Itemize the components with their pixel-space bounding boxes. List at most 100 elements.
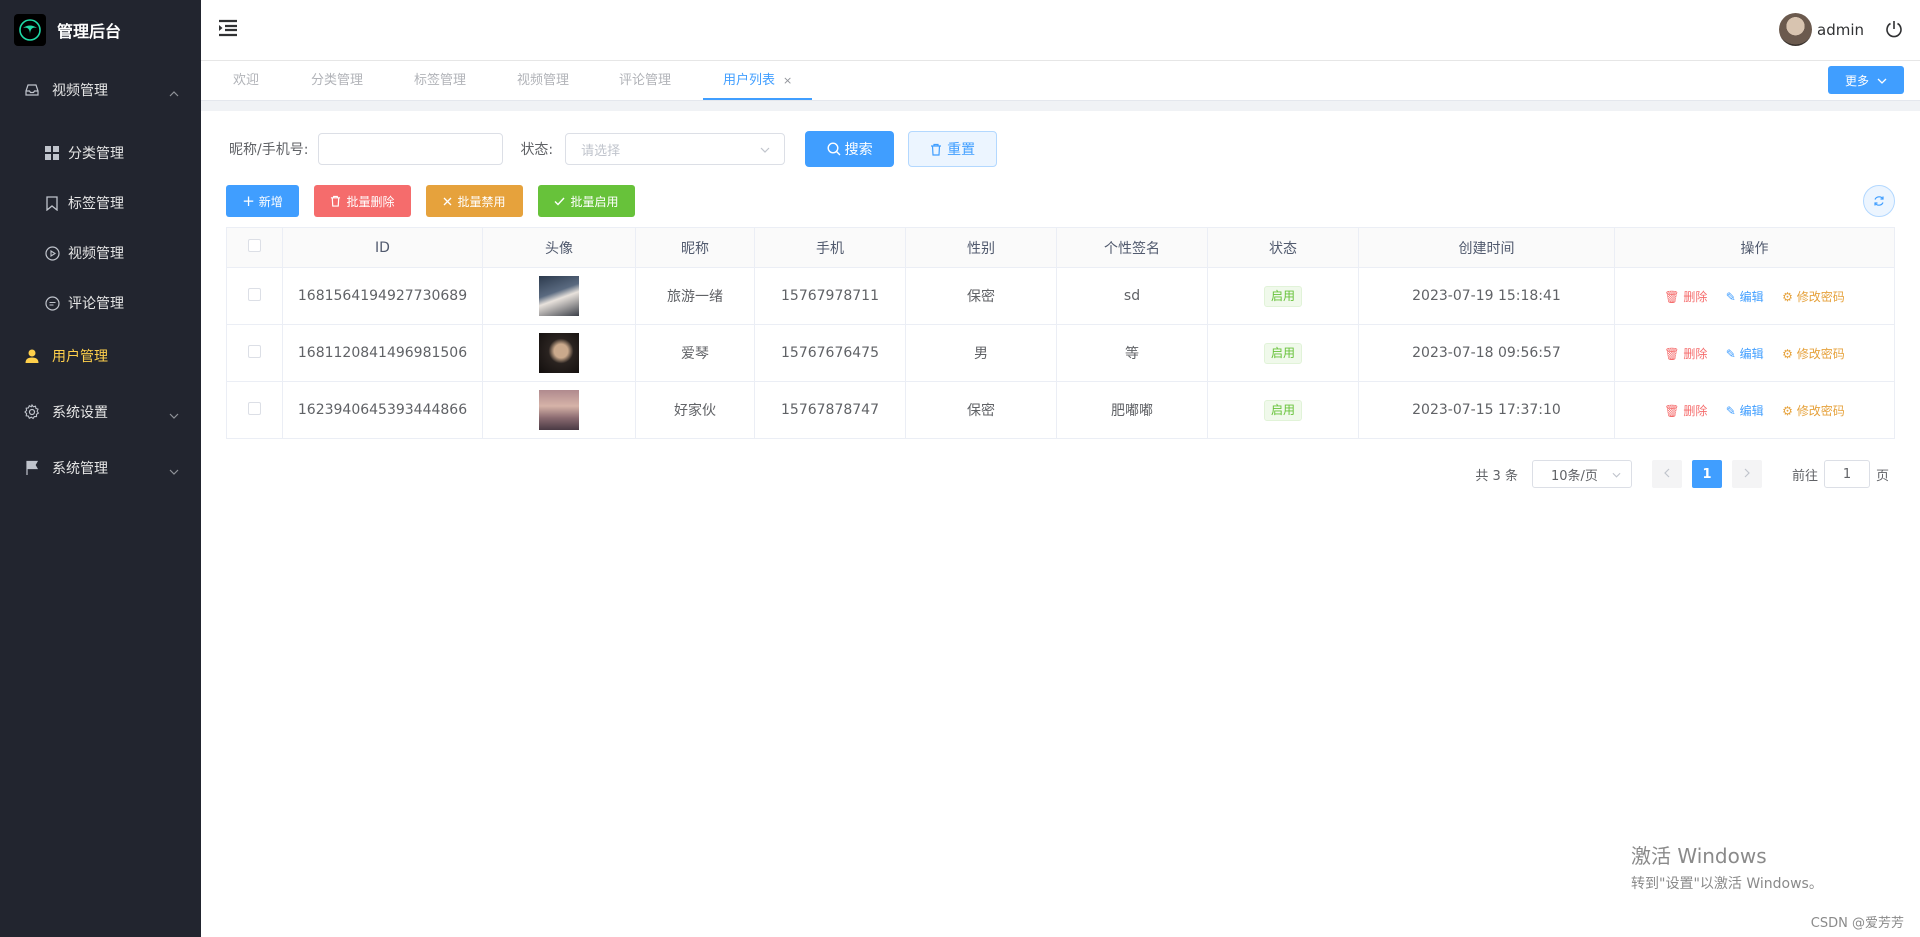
reset-button[interactable]: 重置 bbox=[908, 131, 998, 167]
change-password-button[interactable]: ⚙ 修改密码 bbox=[1782, 290, 1845, 304]
sidebar-item-comment[interactable]: 评论管理 bbox=[0, 278, 201, 328]
batch-disable-button[interactable]: 批量禁用 bbox=[426, 185, 523, 217]
username: admin bbox=[1817, 20, 1864, 39]
user-table: ID 头像 昵称 手机 性别 个性签名 状态 创建时间 操作 168156419… bbox=[226, 227, 1895, 439]
add-button[interactable]: + 新增 bbox=[226, 185, 299, 217]
row-checkbox[interactable] bbox=[248, 344, 261, 358]
more-button[interactable]: 更多 bbox=[1828, 66, 1904, 94]
nickname-input[interactable] bbox=[318, 133, 504, 165]
cell-status: 启用 bbox=[1207, 324, 1359, 382]
sidebar-item-tag[interactable]: 标签管理 bbox=[0, 178, 201, 228]
chevron-down-icon bbox=[1877, 73, 1887, 87]
sidebar-group-label: 视频管理 bbox=[52, 83, 108, 99]
column-header: 状态 bbox=[1207, 227, 1359, 268]
edit-label: 编辑 bbox=[1739, 346, 1764, 361]
total-count: 共 3 条 bbox=[1475, 468, 1518, 484]
chevron-down-icon bbox=[169, 407, 179, 423]
status-placeholder: 请选择 bbox=[581, 143, 621, 159]
play-circle-icon bbox=[44, 245, 60, 261]
sidebar-item-category[interactable]: 分类管理 bbox=[0, 128, 201, 178]
sidebar: 管理后台 视频管理 分类管理 标签管理 视频管理 评论管理 用户管理 系统设置 … bbox=[0, 0, 201, 937]
tab-welcome[interactable]: 欢迎 bbox=[233, 61, 259, 100]
column-header: 操作 bbox=[1614, 227, 1895, 268]
action-toolbar: + 新增 批量删除 批量禁用 批量启用 bbox=[226, 185, 650, 217]
delete-button[interactable]: 🗑 删除 bbox=[1664, 347, 1707, 361]
next-page-button[interactable] bbox=[1731, 460, 1762, 488]
change-password-button[interactable]: ⚙ 修改密码 bbox=[1782, 347, 1845, 361]
status-select[interactable]: 请选择 bbox=[565, 133, 786, 165]
logo-icon bbox=[14, 14, 46, 46]
edit-button[interactable]: ✎ 编辑 bbox=[1726, 347, 1764, 361]
tab-tag[interactable]: 标签管理 bbox=[414, 61, 466, 100]
batch-delete-label: 批量删除 bbox=[346, 194, 395, 209]
sidebar-group-system[interactable]: 系统管理 bbox=[0, 440, 201, 496]
row-checkbox[interactable] bbox=[248, 287, 261, 301]
change-password-button[interactable]: ⚙ 修改密码 bbox=[1782, 404, 1845, 418]
batch-delete-button[interactable]: 批量删除 bbox=[314, 185, 411, 217]
row-select-cell bbox=[226, 324, 283, 382]
sidebar-group-user[interactable]: 用户管理 bbox=[0, 328, 201, 384]
column-header: 昵称 bbox=[635, 227, 755, 268]
status-badge: 启用 bbox=[1263, 342, 1302, 364]
reset-label: 重置 bbox=[947, 142, 976, 158]
table-row: 1681564194927730689 旅游一绪 15767978711 保密 … bbox=[226, 267, 1895, 325]
trash-icon: 🗑 bbox=[1664, 289, 1680, 304]
sidebar-group-label: 系统设置 bbox=[52, 405, 108, 421]
gear-icon: ⚙ bbox=[1782, 346, 1793, 361]
page-size-select[interactable]: 10条/页 bbox=[1531, 460, 1632, 488]
menu-toggle-icon[interactable] bbox=[218, 19, 238, 37]
delete-button[interactable]: 🗑 删除 bbox=[1664, 404, 1707, 418]
cell-id: 1623940645393444866 bbox=[282, 381, 483, 439]
refresh-icon[interactable] bbox=[1863, 185, 1895, 217]
trash-icon bbox=[930, 143, 942, 156]
prev-page-button[interactable] bbox=[1651, 460, 1682, 488]
comment-icon bbox=[44, 295, 60, 311]
column-header: 手机 bbox=[754, 227, 906, 268]
user-menu[interactable]: admin bbox=[1779, 13, 1864, 46]
table-row: 1623940645393444866 好家伙 15767878747 保密 肥… bbox=[226, 381, 1895, 439]
delete-label: 删除 bbox=[1683, 289, 1708, 304]
sidebar-item-video[interactable]: 视频管理 bbox=[0, 228, 201, 278]
pagination: 共 3 条 10条/页 1 前往 1 页 bbox=[1475, 460, 1889, 488]
cell-nickname: 爱琴 bbox=[635, 324, 755, 382]
flag-icon bbox=[24, 460, 40, 476]
divider bbox=[201, 101, 1920, 111]
sidebar-group-settings[interactable]: 系统设置 bbox=[0, 384, 201, 440]
row-checkbox[interactable] bbox=[248, 401, 261, 415]
gear-icon bbox=[24, 404, 40, 420]
credit-text: CSDN @爱芳芳 bbox=[1810, 916, 1904, 931]
search-icon bbox=[827, 142, 841, 156]
close-icon bbox=[443, 197, 452, 206]
search-label: 搜索 bbox=[844, 142, 873, 158]
goto-page-input[interactable]: 1 bbox=[1823, 460, 1870, 488]
cell-nickname: 旅游一绪 bbox=[635, 267, 755, 325]
app-title: 管理后台 bbox=[57, 22, 122, 41]
cell-gender: 男 bbox=[905, 324, 1057, 382]
user-icon bbox=[24, 348, 40, 364]
sidebar-group-video[interactable]: 视频管理 bbox=[0, 62, 201, 118]
delete-button[interactable]: 🗑 删除 bbox=[1664, 290, 1707, 304]
page-number[interactable]: 1 bbox=[1691, 460, 1722, 488]
edit-button[interactable]: ✎ 编辑 bbox=[1726, 404, 1764, 418]
cell-nickname: 好家伙 bbox=[635, 381, 755, 439]
gear-icon: ⚙ bbox=[1782, 289, 1793, 304]
close-icon[interactable]: × bbox=[783, 74, 792, 87]
tab-user-list[interactable]: 用户列表 × bbox=[703, 61, 813, 100]
tab-category[interactable]: 分类管理 bbox=[311, 61, 363, 100]
column-header: ID bbox=[282, 227, 483, 268]
delete-label: 删除 bbox=[1683, 346, 1708, 361]
tab-comment[interactable]: 评论管理 bbox=[619, 61, 671, 100]
delete-label: 删除 bbox=[1683, 403, 1708, 418]
power-icon[interactable] bbox=[1884, 19, 1904, 39]
sidebar-group-label: 用户管理 bbox=[52, 349, 108, 365]
select-all-checkbox[interactable] bbox=[248, 239, 261, 252]
batch-enable-button[interactable]: 批量启用 bbox=[538, 185, 635, 217]
trash-icon: 🗑 bbox=[1664, 403, 1680, 418]
sidebar-item-label: 标签管理 bbox=[68, 196, 124, 212]
tab-video[interactable]: 视频管理 bbox=[517, 61, 569, 100]
search-button[interactable]: 搜索 bbox=[805, 131, 895, 167]
edit-button[interactable]: ✎ 编辑 bbox=[1726, 290, 1764, 304]
cell-created: 2023-07-19 15:18:41 bbox=[1358, 267, 1615, 325]
watermark-line2: 转到"设置"以激活 Windows。 bbox=[1631, 876, 1823, 892]
cell-phone: 15767676475 bbox=[754, 324, 906, 382]
